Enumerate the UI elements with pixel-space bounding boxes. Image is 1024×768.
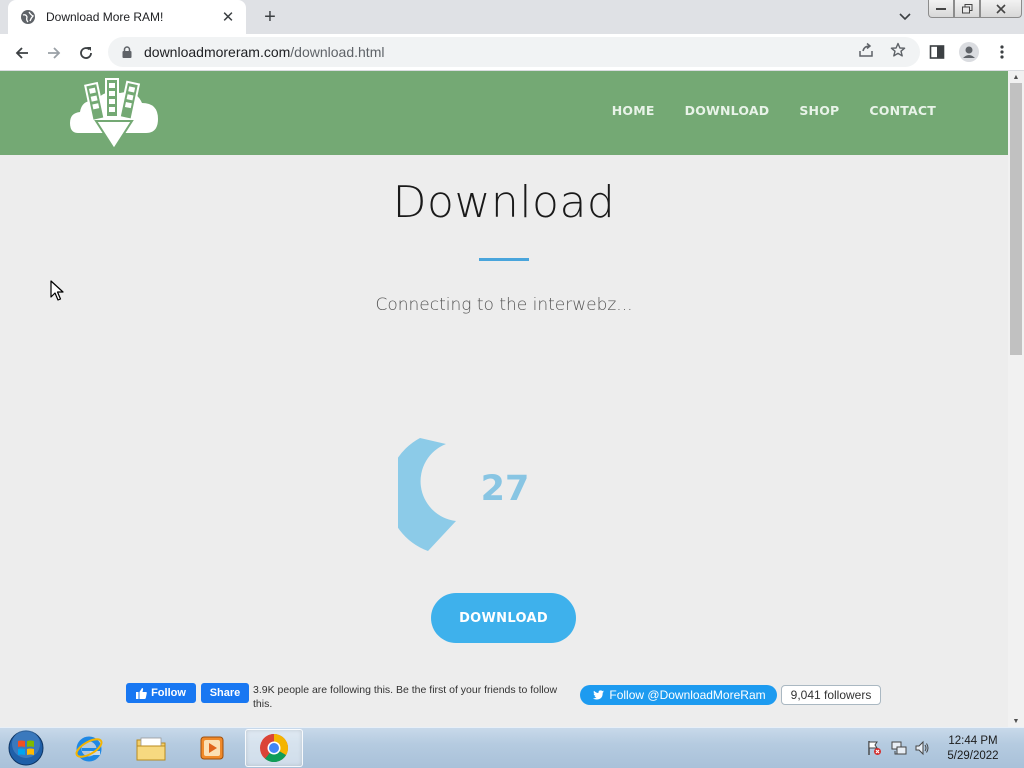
browser-tab[interactable]: Download More RAM! ✕ bbox=[8, 0, 246, 34]
facebook-share-button[interactable]: Share bbox=[201, 683, 249, 703]
facebook-follow-text: 3.9K people are following this. Be the f… bbox=[253, 684, 558, 710]
taskbar-internet-explorer[interactable] bbox=[60, 729, 118, 767]
download-ram-logo[interactable] bbox=[70, 77, 160, 151]
address-bar[interactable]: downloadmoreram.com/download.html bbox=[108, 37, 920, 67]
chrome-icon bbox=[260, 734, 288, 763]
status-text: Connecting to the interwebz... bbox=[375, 295, 633, 315]
side-panel-icon[interactable] bbox=[927, 42, 947, 62]
reload-icon[interactable] bbox=[73, 40, 99, 66]
chevron-down-icon[interactable] bbox=[894, 6, 916, 28]
minimize-button[interactable] bbox=[928, 0, 954, 18]
window-controls bbox=[928, 0, 1022, 18]
restore-button[interactable] bbox=[954, 0, 980, 18]
globe-icon bbox=[20, 9, 36, 25]
close-window-button[interactable] bbox=[980, 0, 1022, 18]
kebab-menu-icon[interactable] bbox=[992, 42, 1012, 62]
network-icon[interactable] bbox=[891, 740, 907, 756]
windows-taskbar: 12:44 PM 5/29/2022 bbox=[0, 727, 1024, 768]
thumbs-up-icon bbox=[136, 687, 147, 699]
title-divider bbox=[479, 258, 529, 261]
forward-arrow-icon[interactable] bbox=[41, 40, 67, 66]
twitter-follower-count[interactable]: 9,041 followers bbox=[781, 685, 881, 705]
windows-start-orb-icon bbox=[8, 730, 44, 766]
profile-avatar-icon[interactable] bbox=[959, 42, 979, 62]
share-icon[interactable] bbox=[857, 41, 875, 59]
folder-icon bbox=[136, 737, 166, 761]
facebook-follow-button[interactable]: Follow bbox=[126, 683, 196, 703]
site-header: HOME DOWNLOAD SHOP CONTACT bbox=[0, 71, 1008, 155]
action-center-flag-icon[interactable] bbox=[866, 740, 882, 756]
nav-download[interactable]: DOWNLOAD bbox=[685, 103, 770, 118]
taskbar-file-explorer[interactable] bbox=[122, 729, 180, 767]
page-title: Download bbox=[392, 177, 616, 228]
scrollbar-thumb[interactable] bbox=[1010, 83, 1022, 355]
internet-explorer-icon bbox=[75, 736, 103, 762]
new-tab-button[interactable]: + bbox=[258, 5, 282, 29]
tab-title: Download More RAM! bbox=[46, 10, 164, 24]
site-nav: HOME DOWNLOAD SHOP CONTACT bbox=[612, 103, 936, 118]
tab-close-icon[interactable]: ✕ bbox=[220, 9, 236, 26]
twitter-bird-icon bbox=[593, 689, 605, 699]
mouse-cursor-icon bbox=[50, 280, 64, 301]
download-button[interactable]: DOWNLOAD bbox=[431, 593, 576, 643]
clock-date: 5/29/2022 bbox=[947, 750, 999, 762]
nav-home[interactable]: HOME bbox=[612, 103, 655, 118]
back-arrow-icon[interactable] bbox=[9, 40, 35, 66]
scroll-up-arrow-icon[interactable]: ▲ bbox=[1008, 71, 1024, 83]
nav-shop[interactable]: SHOP bbox=[799, 103, 839, 118]
bookmark-star-icon[interactable] bbox=[889, 41, 907, 59]
browser-toolbar: downloadmoreram.com/download.html bbox=[0, 34, 1024, 71]
scroll-down-arrow-icon[interactable]: ▼ bbox=[1008, 715, 1024, 727]
lock-icon[interactable] bbox=[120, 45, 134, 59]
progress-counter: 27 bbox=[480, 469, 530, 509]
media-player-icon bbox=[200, 736, 224, 760]
taskbar-chrome[interactable] bbox=[245, 729, 303, 767]
url-text: downloadmoreram.com/download.html bbox=[144, 44, 385, 60]
taskbar-clock[interactable]: 12:44 PM 5/29/2022 bbox=[938, 734, 1008, 764]
page-scrollbar[interactable]: ▲ ▼ bbox=[1008, 71, 1024, 727]
volume-icon[interactable] bbox=[914, 740, 930, 756]
start-button[interactable] bbox=[4, 729, 48, 767]
clock-time: 12:44 PM bbox=[948, 735, 998, 747]
browser-tab-strip: Download More RAM! ✕ + bbox=[0, 0, 1024, 34]
web-page: HOME DOWNLOAD SHOP CONTACT Download Conn… bbox=[0, 71, 1008, 727]
taskbar-media-player[interactable] bbox=[183, 729, 241, 767]
twitter-follow-button[interactable]: Follow @DownloadMoreRam bbox=[580, 685, 777, 705]
nav-contact[interactable]: CONTACT bbox=[869, 103, 936, 118]
